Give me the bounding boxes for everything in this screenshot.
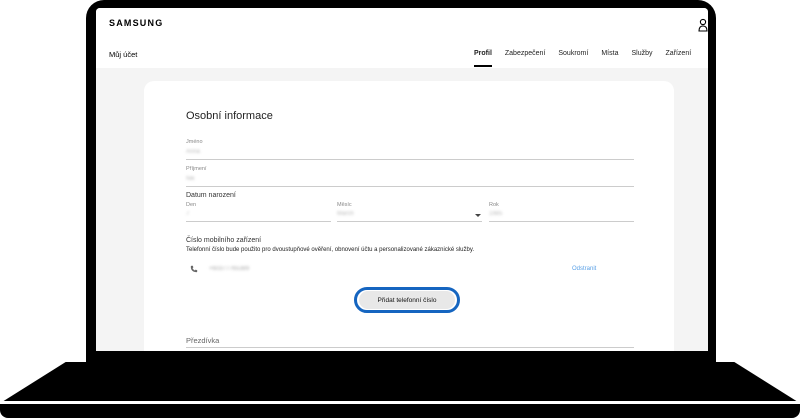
phone-description: Telefonní číslo bude použito pro dvoustu… xyxy=(186,247,475,253)
month-underline xyxy=(337,221,482,222)
phone-label: Číslo mobilního zařízení xyxy=(186,237,262,244)
tab-devices[interactable]: Zařízení xyxy=(665,50,691,67)
day-field[interactable]: 7 xyxy=(186,211,189,217)
last-name-label: Příjmení xyxy=(186,166,207,172)
tab-places[interactable]: Místa xyxy=(601,50,618,67)
year-underline xyxy=(489,221,634,222)
section-title: Osobní informace xyxy=(186,110,273,122)
laptop-base-foot xyxy=(0,404,800,418)
day-underline xyxy=(186,221,331,222)
phone-icon xyxy=(190,265,198,273)
laptop-base xyxy=(2,362,798,402)
year-label: Rok xyxy=(489,202,499,208)
tab-services[interactable]: Služby xyxy=(631,50,652,67)
month-select[interactable]: March xyxy=(337,211,354,217)
top-bar: SAMSUNG xyxy=(96,8,708,42)
nickname-field[interactable] xyxy=(186,347,634,348)
year-field[interactable]: 1985 xyxy=(489,211,502,217)
laptop-hinge xyxy=(86,356,716,362)
user-icon[interactable] xyxy=(698,18,708,32)
main-content: Osobní informace Jméno Anna Příjmení Nik… xyxy=(96,68,708,351)
phone-number: +60377765389 xyxy=(209,266,250,272)
laptop-screen: SAMSUNG Můj účet Profil Zabezpečení Souk… xyxy=(96,8,708,351)
birth-date-label: Datum narození xyxy=(186,192,236,199)
my-account-link[interactable]: Můj účet xyxy=(109,50,137,59)
remove-phone-link[interactable]: Odstranit xyxy=(572,266,596,272)
day-label: Den xyxy=(186,202,197,208)
tab-profile[interactable]: Profil xyxy=(474,50,492,67)
first-name-field[interactable]: Anna xyxy=(186,149,200,155)
month-label: Měsíc xyxy=(337,202,352,208)
first-name-label: Jméno xyxy=(186,139,203,145)
first-name-underline xyxy=(186,159,634,160)
tab-privacy[interactable]: Soukromí xyxy=(558,50,588,67)
account-nav: Můj účet Profil Zabezpečení Soukromí Mís… xyxy=(96,42,708,68)
samsung-logo[interactable]: SAMSUNG xyxy=(109,18,163,28)
tab-security[interactable]: Zabezpečení xyxy=(505,50,545,67)
last-name-underline xyxy=(186,186,634,187)
profile-tabs: Profil Zabezpečení Soukromí Místa Služby… xyxy=(474,50,704,67)
last-name-field[interactable]: Nik xyxy=(186,176,195,182)
nickname-label: Přezdívka xyxy=(186,336,220,345)
chevron-down-icon[interactable] xyxy=(475,214,481,217)
personal-info-card: Osobní informace Jméno Anna Příjmení Nik… xyxy=(144,81,674,351)
add-phone-button[interactable]: Přidat telefonní číslo xyxy=(359,291,455,309)
